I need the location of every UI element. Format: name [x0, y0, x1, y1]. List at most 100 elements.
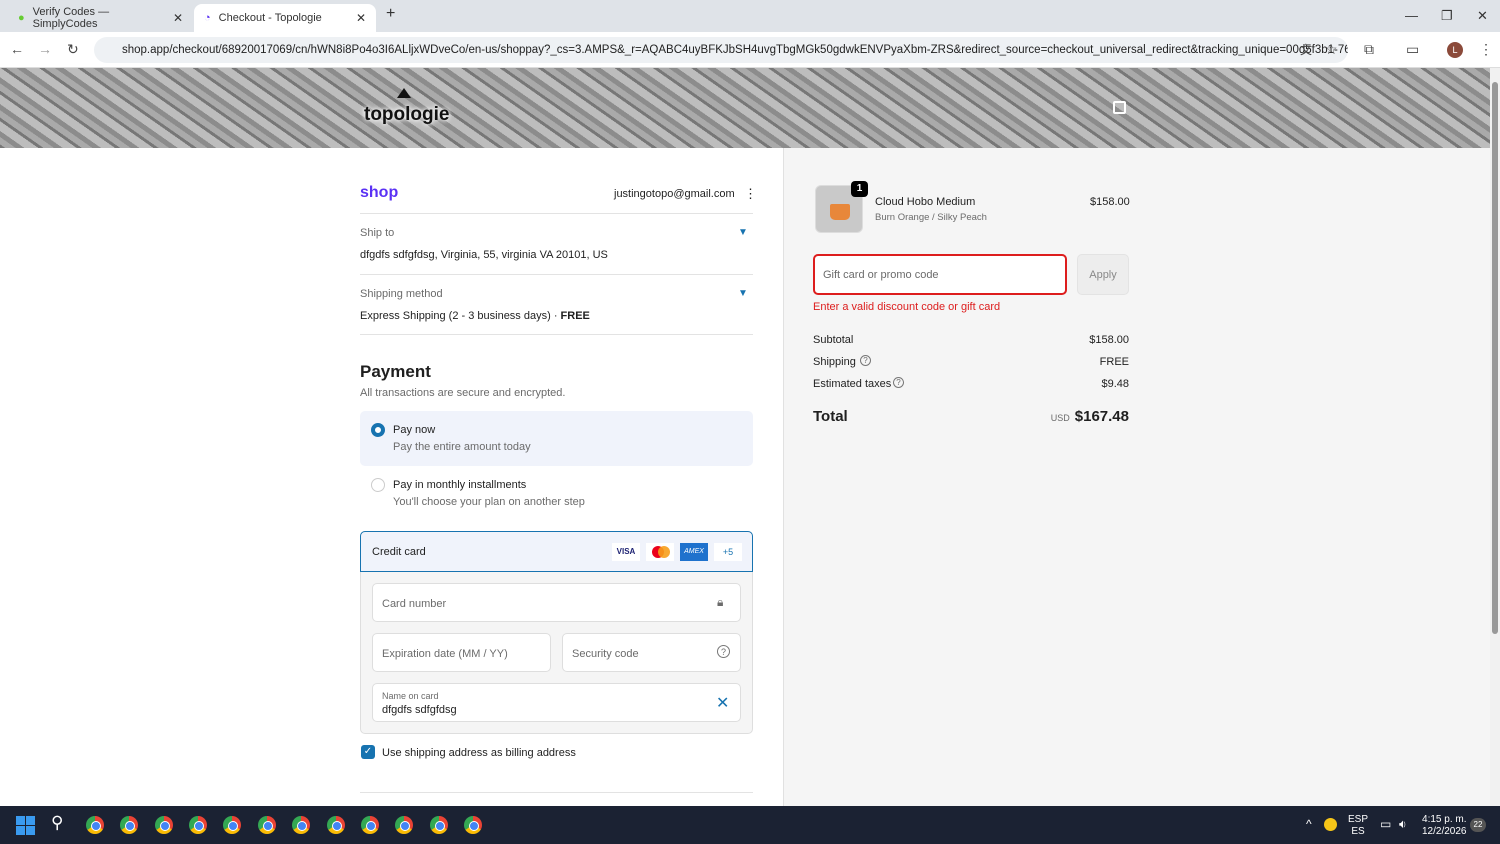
back-icon[interactable]: ← [10, 41, 24, 57]
network-icon[interactable]: ▭ [1380, 818, 1391, 830]
tab-bar: ● Verify Codes — SimplyCodes ✕ ◔ Checkout -… [0, 0, 1500, 32]
payment-subtitle: All transactions are secure and encrypte… [360, 387, 566, 399]
cart-bag-icon[interactable] [1113, 101, 1126, 114]
close-tab-icon[interactable]: ✕ [173, 11, 183, 25]
store-logo[interactable]: topologie [364, 104, 449, 126]
quantity-badge: 1 [851, 181, 868, 197]
help-icon[interactable]: ? [893, 377, 904, 388]
radio-selected[interactable] [371, 423, 385, 437]
extensions-icon[interactable]: ⧉ [1364, 41, 1374, 58]
radio-unselected[interactable] [371, 478, 385, 492]
installments-option[interactable]: Pay in monthly installments You'll choos… [360, 468, 753, 523]
tray-app-icon[interactable] [1324, 818, 1337, 831]
taxes-value: $9.48 [1101, 378, 1129, 390]
shipping-value: FREE [1099, 356, 1129, 368]
lock-icon: 🔒︎ [717, 595, 724, 609]
account-menu-icon[interactable]: ⋮ [744, 186, 757, 202]
close-tab-icon[interactable]: ✕ [356, 11, 366, 25]
chevron-down-icon[interactable]: ▼ [738, 288, 748, 299]
reading-mode-icon[interactable]: ▭ [1406, 41, 1419, 58]
option-title: Pay in monthly installments [393, 479, 527, 491]
chevron-down-icon[interactable]: ▼ [738, 227, 748, 238]
tray-chevron-icon[interactable]: ^ [1306, 818, 1312, 830]
billing-checkbox[interactable]: ✓ [361, 745, 375, 759]
expiry-input[interactable]: Expiration date (MM / YY) [372, 633, 551, 672]
card-number-input[interactable]: Card number 🔒︎ [372, 583, 741, 622]
option-subtitle: Pay the entire amount today [393, 441, 531, 453]
address-bar-row: ← → ↻ shop.app/checkout/68920017069/cn/h… [0, 32, 1500, 68]
chrome-icon[interactable] [86, 816, 104, 834]
credit-card-label: Credit card [372, 546, 426, 558]
divider [360, 792, 753, 793]
chrome-icon[interactable] [120, 816, 138, 834]
scrollbar-thumb[interactable] [1492, 82, 1498, 634]
bookmark-star-icon[interactable]: ☆ [1325, 41, 1338, 58]
minimize-button[interactable]: — [1405, 8, 1418, 23]
lang-secondary: ES [1351, 826, 1365, 837]
url-input[interactable]: shop.app/checkout/68920017069/cn/hWN8i8P… [94, 37, 1348, 63]
product-variant: Burn Orange / Silky Peach [875, 212, 987, 223]
clear-icon[interactable]: ✕ [716, 693, 729, 713]
pay-now-option[interactable]: Pay now Pay the entire amount today [360, 411, 753, 466]
tab-label: Verify Codes — SimplyCodes [32, 6, 110, 30]
chrome-icon[interactable] [189, 816, 207, 834]
placeholder: Expiration date (MM / YY) [382, 648, 508, 660]
ship-to-label: Ship to [360, 227, 395, 239]
chrome-icon[interactable] [292, 816, 310, 834]
notification-badge[interactable]: 22 [1470, 818, 1486, 832]
tab-checkout[interactable]: ◔ Checkout - Topologie ✕ [194, 4, 376, 32]
translate-icon[interactable]: 文 [1300, 41, 1312, 58]
chrome-icon[interactable] [223, 816, 241, 834]
help-icon[interactable]: ? [860, 355, 871, 366]
subtotal-label: Subtotal [813, 334, 854, 346]
new-tab-button[interactable]: + [386, 5, 395, 23]
product-price: $158.00 [1090, 196, 1130, 208]
reload-icon[interactable]: ↻ [67, 41, 79, 58]
promo-code-input[interactable]: Gift card or promo code [813, 254, 1067, 295]
time: 4:15 p. m. [1422, 814, 1467, 825]
currency: USD [1050, 413, 1070, 423]
simplycodes-icon: ● [18, 12, 25, 24]
chrome-icon[interactable] [155, 816, 173, 834]
lang-primary: ESP [1348, 814, 1369, 825]
amex-icon: AMEX [680, 543, 708, 561]
divider [360, 334, 753, 335]
profile-avatar[interactable]: L [1447, 42, 1463, 58]
placeholder: Security code [572, 648, 639, 660]
restore-button[interactable]: ❐ [1441, 8, 1453, 24]
apply-button[interactable]: Apply [1077, 254, 1129, 295]
security-code-input[interactable]: Security code ? [562, 633, 741, 672]
chrome-icon[interactable] [395, 816, 413, 834]
shipping-label: Shipping [813, 356, 856, 368]
date: 12/2/2026 [1422, 826, 1467, 837]
shop-icon: ◔ [204, 12, 211, 24]
menu-icon[interactable]: ⋮ [1479, 41, 1493, 58]
close-window-button[interactable]: ✕ [1477, 8, 1488, 24]
shipping-method-text: Express Shipping (2 - 3 business days) · [360, 310, 561, 322]
product-name: Cloud Hobo Medium [875, 196, 976, 208]
header-banner [0, 68, 1490, 148]
chrome-icon[interactable] [361, 816, 379, 834]
tab-verify-codes[interactable]: ● Verify Codes — SimplyCodes ✕ [8, 4, 193, 32]
chrome-icon[interactable] [464, 816, 482, 834]
chrome-icon[interactable] [430, 816, 448, 834]
shop-pay-logo: shop [360, 184, 399, 201]
total-value: USD $167.48 [1051, 408, 1129, 425]
scrollbar[interactable] [1490, 68, 1500, 806]
help-icon[interactable]: ? [717, 645, 730, 658]
credit-card-header[interactable]: Credit card VISA AMEX +5 [360, 531, 753, 572]
option-subtitle: You'll choose your plan on another step [393, 496, 585, 508]
forward-icon[interactable]: → [38, 41, 52, 57]
chrome-icon[interactable] [258, 816, 276, 834]
order-summary-panel [783, 148, 1490, 806]
shipping-method-label: Shipping method [360, 288, 443, 300]
name-on-card-input[interactable]: Name on card dfgdfs sdfgfdsg ✕ [372, 683, 741, 722]
more-brands-badge: +5 [714, 543, 742, 561]
clock[interactable]: 4:15 p. m. 12/2/2026 [1422, 814, 1467, 838]
chrome-icon[interactable] [327, 816, 345, 834]
url-text: shop.app/checkout/68920017069/cn/hWN8i8P… [122, 44, 1348, 56]
windows-start-icon[interactable] [16, 816, 35, 835]
language-indicator[interactable]: ESP ES [1348, 814, 1368, 838]
volume-icon[interactable]: 🔉︎ [1399, 818, 1407, 830]
search-icon[interactable]: ⚲ [51, 813, 63, 833]
